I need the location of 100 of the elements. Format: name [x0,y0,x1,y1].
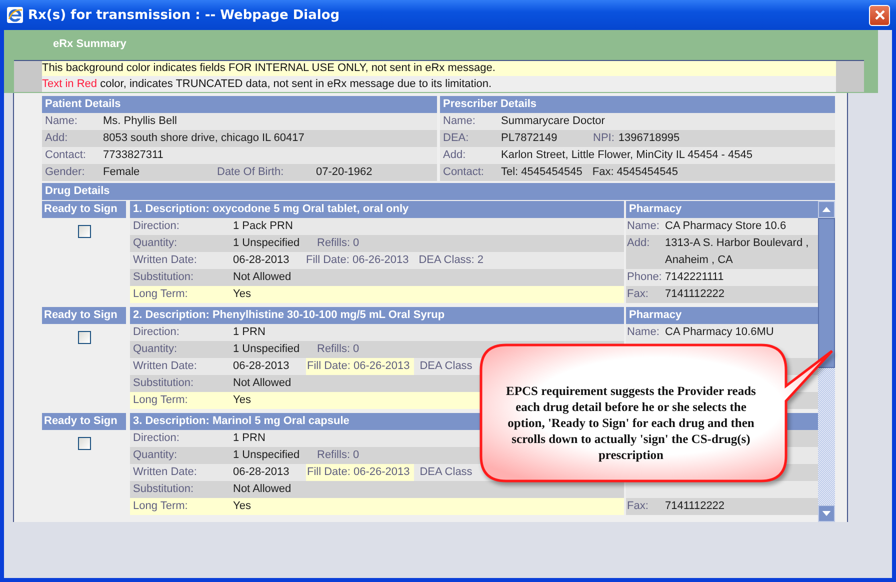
field-label: Refills: 0 [317,448,360,463]
field-value: 1 Unspecified [233,342,301,357]
field-value: CA Pharmacy Store 10.6 [664,219,786,234]
notice-text: color, indicates TRUNCATED data, not sent in eRx message due to its limitation. [100,78,492,90]
scrollbar[interactable] [818,201,835,522]
truncated-text-sample: Text in Red [42,78,98,90]
field-label: DEA Class [420,359,472,374]
field-value: 06-28-2013 [233,359,290,374]
field-label: Substitution: [133,482,195,497]
ready-checkbox[interactable] [78,437,90,450]
field-label: Add: [443,148,467,163]
ready-checkbox[interactable] [78,225,90,238]
scroll-thumb[interactable] [818,218,835,368]
field-label: Refills: 0 [317,236,360,251]
field-label: Written Date: [133,359,198,374]
field-label: DEA Class: 2 [418,253,484,268]
column-header: Ready to Sign [42,413,126,430]
field-label: Long Term: [133,287,189,302]
field-label: Substitution: [133,376,195,391]
field-value: 7142221111 [664,270,724,285]
field-value: 06-28-2013 [233,465,290,480]
field-value: Summarycare Doctor [501,114,605,129]
field-label: Date Of Birth: [216,165,285,180]
scroll-down-button[interactable] [818,505,835,522]
field-label: Add: [626,236,651,251]
field-value: Yes [233,287,251,302]
field-value: 1 PRN [233,325,266,340]
close-icon [874,9,886,21]
field-label: Written Date: [133,253,198,268]
field-value: Yes [233,499,251,514]
field-label: Quantity: [133,448,178,463]
scroll-up-button[interactable] [818,201,835,218]
field-value: Not Allowed [233,270,292,285]
field-label: Direction: [133,219,180,234]
field-label: Contact: [45,148,87,163]
section-header: Drug Details [42,183,835,200]
field-value: 1396718995 [618,131,680,146]
section-title: eRx Summary [52,37,128,52]
column-header: Ready to Sign [42,201,126,218]
field-label: DEA Class [420,465,472,480]
field-label: Direction: [133,325,180,340]
field-label: Direction: [133,431,180,446]
field-value: 8053 south shore drive, chicago IL 60417 [103,131,304,146]
drug-description: 2. Description: Phenylhistine 30-10-100 mg/5 mL Oral Syrup [130,307,624,324]
field-value: Fax: 4545454545 [592,165,678,180]
field-value: Female [103,165,141,180]
field-label: Add: [45,131,69,146]
ready-checkbox[interactable] [78,331,90,344]
fill-date: Fill Date: 06-26-2013 [306,358,414,375]
field-value: 1 PRN [233,431,266,446]
field-value: Not Allowed [233,482,292,497]
column-header: Pharmacy [629,203,682,215]
fill-date: Fill Date: 06-26-2013 [306,253,410,268]
field-value: Tel: 4545454545 [501,165,582,180]
field-label: Gender: [45,165,86,180]
field-label: Name: [626,325,660,340]
fill-date: Fill Date: 06-26-2013 [306,464,414,481]
field-value: Yes [233,393,251,408]
field-value: 1 Pack PRN [233,219,293,234]
field-value: 1 Unspecified [233,236,301,251]
field-label: Fax: [626,287,650,302]
field-label: Contact: [443,165,485,180]
field-value: Not Allowed [233,376,292,391]
field-label: Substitution: [133,270,195,285]
field-label: DEA: [443,131,470,146]
down-arrow-icon [822,511,831,516]
field-label: Long Term: [133,393,189,408]
field-value: PL7872149 [501,131,558,146]
field-label: Quantity: [133,236,178,251]
field-label: Written Date: [133,465,198,480]
column-header: Pharmacy [629,309,682,321]
column-header: Ready to Sign [42,307,126,324]
field-label: Quantity: [133,342,178,357]
window-title: Rx(s) for transmission : -- Webpage Dialog [28,8,341,22]
up-arrow-icon [822,207,831,212]
field-label: Fax: [626,499,650,514]
field-value: 7141112222 [664,287,725,302]
field-label: Name: [626,219,660,234]
section-header: Prescriber Details [440,96,835,113]
notice-text: This background color indicates fields FOR INTERNAL USE ONLY, not sent in eRx message. [42,62,496,74]
field-label: Phone: [626,270,663,285]
field-value: CA Pharmacy 10.6MU [664,325,774,340]
section-header: Patient Details [42,96,437,113]
field-value: 1313-A S. Harbor Boulevard , Anaheim , CA [664,236,810,268]
field-label: Long Term: [133,499,189,514]
close-button[interactable] [869,4,890,26]
drug-description: 1. Description: oxycodone 5 mg Oral tablet, oral only [130,201,624,218]
field-value: Karlon Street, Little Flower, MinCity IL 45454 - 4545 [501,148,752,163]
field-label: Refills: 0 [317,342,360,357]
field-value: 1 Unspecified [233,448,301,463]
field-value: 7141112222 [664,499,725,514]
callout-text: EPCS requirement suggests the Provider reads each drug detail before he or she selects the option, 'Ready to Sign' for each drug and then scrolls down to actually 'sign' the CS-drug(s) prescription [505,383,757,463]
browser-e-icon [7,7,23,23]
field-value: Ms. Phyllis Bell [103,114,178,129]
field-value: 07-20-1962 [316,165,372,180]
field-label: Name: [45,114,78,129]
field-label: NPI: [593,131,614,146]
field-value: 06-28-2013 [233,253,290,268]
field-value: 7733827311 [103,148,164,163]
field-label: Name: [443,114,476,129]
